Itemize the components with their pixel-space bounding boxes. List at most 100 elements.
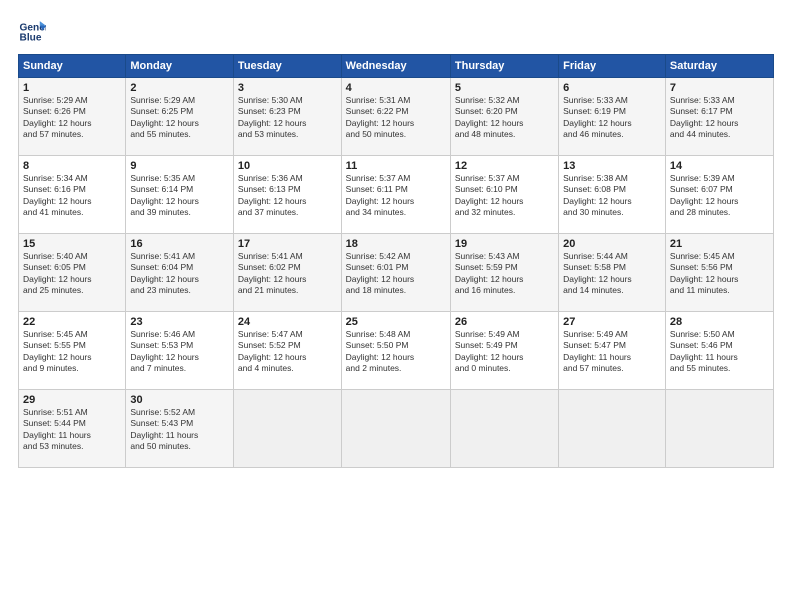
col-header-sunday: Sunday [19,55,126,78]
day-info: Sunrise: 5:30 AM Sunset: 6:23 PM Dayligh… [238,95,337,141]
calendar-cell: 14Sunrise: 5:39 AM Sunset: 6:07 PM Dayli… [665,156,773,234]
day-number: 21 [670,238,769,250]
day-info: Sunrise: 5:40 AM Sunset: 6:05 PM Dayligh… [23,251,121,297]
col-header-thursday: Thursday [450,55,558,78]
day-number: 26 [455,316,554,328]
day-info: Sunrise: 5:46 AM Sunset: 5:53 PM Dayligh… [130,329,229,375]
day-number: 22 [23,316,121,328]
day-number: 15 [23,238,121,250]
day-info: Sunrise: 5:45 AM Sunset: 5:56 PM Dayligh… [670,251,769,297]
day-info: Sunrise: 5:34 AM Sunset: 6:16 PM Dayligh… [23,173,121,219]
calendar-week-3: 15Sunrise: 5:40 AM Sunset: 6:05 PM Dayli… [19,234,774,312]
calendar-cell [665,390,773,468]
day-number: 10 [238,160,337,172]
calendar-cell: 10Sunrise: 5:36 AM Sunset: 6:13 PM Dayli… [233,156,341,234]
calendar-cell: 1Sunrise: 5:29 AM Sunset: 6:26 PM Daylig… [19,78,126,156]
day-info: Sunrise: 5:51 AM Sunset: 5:44 PM Dayligh… [23,407,121,453]
calendar-week-5: 29Sunrise: 5:51 AM Sunset: 5:44 PM Dayli… [19,390,774,468]
day-number: 3 [238,82,337,94]
calendar-cell: 12Sunrise: 5:37 AM Sunset: 6:10 PM Dayli… [450,156,558,234]
day-info: Sunrise: 5:32 AM Sunset: 6:20 PM Dayligh… [455,95,554,141]
day-number: 24 [238,316,337,328]
col-header-saturday: Saturday [665,55,773,78]
calendar-cell: 24Sunrise: 5:47 AM Sunset: 5:52 PM Dayli… [233,312,341,390]
day-number: 11 [346,160,446,172]
day-info: Sunrise: 5:52 AM Sunset: 5:43 PM Dayligh… [130,407,229,453]
day-number: 19 [455,238,554,250]
day-number: 16 [130,238,229,250]
calendar-cell: 26Sunrise: 5:49 AM Sunset: 5:49 PM Dayli… [450,312,558,390]
day-info: Sunrise: 5:47 AM Sunset: 5:52 PM Dayligh… [238,329,337,375]
day-number: 20 [563,238,661,250]
day-number: 14 [670,160,769,172]
calendar-cell: 7Sunrise: 5:33 AM Sunset: 6:17 PM Daylig… [665,78,773,156]
calendar-cell: 29Sunrise: 5:51 AM Sunset: 5:44 PM Dayli… [19,390,126,468]
day-number: 28 [670,316,769,328]
calendar-cell: 30Sunrise: 5:52 AM Sunset: 5:43 PM Dayli… [126,390,234,468]
day-info: Sunrise: 5:50 AM Sunset: 5:46 PM Dayligh… [670,329,769,375]
calendar-cell: 21Sunrise: 5:45 AM Sunset: 5:56 PM Dayli… [665,234,773,312]
day-number: 8 [23,160,121,172]
day-number: 2 [130,82,229,94]
day-info: Sunrise: 5:41 AM Sunset: 6:04 PM Dayligh… [130,251,229,297]
calendar-week-1: 1Sunrise: 5:29 AM Sunset: 6:26 PM Daylig… [19,78,774,156]
svg-text:Blue: Blue [20,33,42,44]
day-number: 13 [563,160,661,172]
day-number: 30 [130,394,229,406]
calendar-cell: 19Sunrise: 5:43 AM Sunset: 5:59 PM Dayli… [450,234,558,312]
calendar-cell: 25Sunrise: 5:48 AM Sunset: 5:50 PM Dayli… [341,312,450,390]
day-number: 12 [455,160,554,172]
day-number: 23 [130,316,229,328]
day-info: Sunrise: 5:31 AM Sunset: 6:22 PM Dayligh… [346,95,446,141]
day-info: Sunrise: 5:49 AM Sunset: 5:49 PM Dayligh… [455,329,554,375]
calendar-cell: 9Sunrise: 5:35 AM Sunset: 6:14 PM Daylig… [126,156,234,234]
calendar-cell: 27Sunrise: 5:49 AM Sunset: 5:47 PM Dayli… [559,312,666,390]
day-number: 27 [563,316,661,328]
day-number: 18 [346,238,446,250]
logo: General Blue [18,18,50,46]
calendar-cell: 15Sunrise: 5:40 AM Sunset: 6:05 PM Dayli… [19,234,126,312]
calendar-cell: 11Sunrise: 5:37 AM Sunset: 6:11 PM Dayli… [341,156,450,234]
day-number: 4 [346,82,446,94]
calendar-cell [450,390,558,468]
col-header-monday: Monday [126,55,234,78]
day-info: Sunrise: 5:48 AM Sunset: 5:50 PM Dayligh… [346,329,446,375]
day-info: Sunrise: 5:42 AM Sunset: 6:01 PM Dayligh… [346,251,446,297]
calendar-cell: 16Sunrise: 5:41 AM Sunset: 6:04 PM Dayli… [126,234,234,312]
calendar-cell: 6Sunrise: 5:33 AM Sunset: 6:19 PM Daylig… [559,78,666,156]
calendar-cell: 20Sunrise: 5:44 AM Sunset: 5:58 PM Dayli… [559,234,666,312]
day-info: Sunrise: 5:29 AM Sunset: 6:26 PM Dayligh… [23,95,121,141]
day-info: Sunrise: 5:45 AM Sunset: 5:55 PM Dayligh… [23,329,121,375]
col-header-tuesday: Tuesday [233,55,341,78]
day-number: 17 [238,238,337,250]
calendar-cell: 18Sunrise: 5:42 AM Sunset: 6:01 PM Dayli… [341,234,450,312]
calendar-cell [341,390,450,468]
calendar-cell: 8Sunrise: 5:34 AM Sunset: 6:16 PM Daylig… [19,156,126,234]
calendar-cell: 2Sunrise: 5:29 AM Sunset: 6:25 PM Daylig… [126,78,234,156]
day-info: Sunrise: 5:49 AM Sunset: 5:47 PM Dayligh… [563,329,661,375]
calendar-week-2: 8Sunrise: 5:34 AM Sunset: 6:16 PM Daylig… [19,156,774,234]
calendar-header-row: SundayMondayTuesdayWednesdayThursdayFrid… [19,55,774,78]
day-number: 7 [670,82,769,94]
day-number: 9 [130,160,229,172]
day-info: Sunrise: 5:36 AM Sunset: 6:13 PM Dayligh… [238,173,337,219]
col-header-friday: Friday [559,55,666,78]
calendar-cell: 5Sunrise: 5:32 AM Sunset: 6:20 PM Daylig… [450,78,558,156]
calendar-table: SundayMondayTuesdayWednesdayThursdayFrid… [18,54,774,468]
day-info: Sunrise: 5:44 AM Sunset: 5:58 PM Dayligh… [563,251,661,297]
calendar-cell: 17Sunrise: 5:41 AM Sunset: 6:02 PM Dayli… [233,234,341,312]
calendar-cell [233,390,341,468]
calendar-cell [559,390,666,468]
day-info: Sunrise: 5:37 AM Sunset: 6:11 PM Dayligh… [346,173,446,219]
calendar-cell: 28Sunrise: 5:50 AM Sunset: 5:46 PM Dayli… [665,312,773,390]
calendar-week-4: 22Sunrise: 5:45 AM Sunset: 5:55 PM Dayli… [19,312,774,390]
day-info: Sunrise: 5:39 AM Sunset: 6:07 PM Dayligh… [670,173,769,219]
day-info: Sunrise: 5:33 AM Sunset: 6:19 PM Dayligh… [563,95,661,141]
header: General Blue [18,18,774,46]
day-number: 29 [23,394,121,406]
calendar-cell: 4Sunrise: 5:31 AM Sunset: 6:22 PM Daylig… [341,78,450,156]
calendar-cell: 3Sunrise: 5:30 AM Sunset: 6:23 PM Daylig… [233,78,341,156]
day-info: Sunrise: 5:29 AM Sunset: 6:25 PM Dayligh… [130,95,229,141]
logo-icon: General Blue [18,18,46,46]
calendar-cell: 23Sunrise: 5:46 AM Sunset: 5:53 PM Dayli… [126,312,234,390]
